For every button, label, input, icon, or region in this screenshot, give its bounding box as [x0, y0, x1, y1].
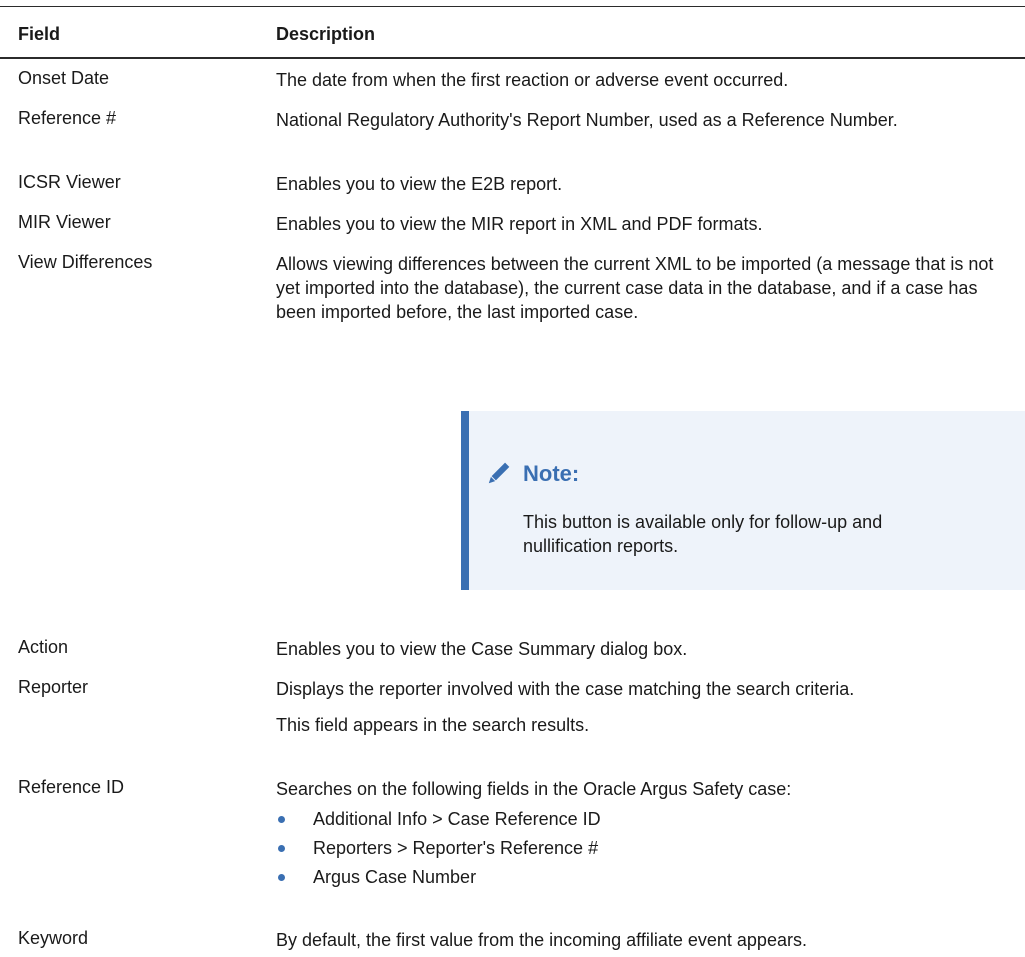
description-paragraph: By default, the first value from the inc…	[276, 930, 807, 950]
field-name: Action	[18, 637, 69, 657]
bullet-list: Additional Info > Case Reference ID Repo…	[276, 807, 1001, 889]
list-item-text: Reporters > Reporter's Reference #	[313, 838, 599, 858]
note-text: This button is available only for follow…	[523, 512, 883, 556]
field-column-header: Field	[18, 24, 61, 44]
description-paragraph: National Regulatory Authority's Report N…	[276, 110, 898, 130]
field-description: Searches on the following fields in the …	[276, 777, 1001, 889]
field-description: National Regulatory Authority's Report N…	[276, 108, 1001, 132]
field-name: MIR Viewer	[18, 212, 111, 232]
field-name: Reference #	[18, 108, 117, 128]
bullet-icon	[278, 874, 285, 881]
description-column-header: Description	[276, 24, 376, 44]
field-description: Enables you to view the E2B report.	[276, 172, 1001, 196]
field-description: The date from when the first reaction or…	[276, 68, 1001, 92]
field-name: Onset Date	[18, 68, 110, 88]
description-paragraph: Allows viewing differences between the c…	[276, 254, 994, 322]
table-header-rule	[0, 57, 1025, 59]
description-paragraph: Enables you to view the MIR report in XM…	[276, 214, 763, 234]
field-description: Allows viewing differences between the c…	[276, 252, 1001, 324]
field-description: Enables you to view the MIR report in XM…	[276, 212, 1001, 236]
field-name: ICSR Viewer	[18, 172, 121, 192]
bullet-icon	[278, 845, 285, 852]
field-description: Enables you to view the Case Summary dia…	[276, 637, 1001, 661]
list-item: Additional Info > Case Reference ID	[276, 807, 1001, 831]
description-paragraph: Enables you to view the Case Summary dia…	[276, 639, 688, 659]
field-description: Displays the reporter involved with the …	[276, 677, 1001, 737]
field-description: By default, the first value from the inc…	[276, 928, 1001, 952]
note-title: Note:	[523, 461, 580, 486]
field-name: Reporter	[18, 677, 89, 697]
table-top-rule	[0, 6, 1025, 7]
description-paragraph: The date from when the first reaction or…	[276, 70, 789, 90]
description-paragraph: This field appears in the search results…	[276, 715, 590, 735]
bullet-icon	[278, 816, 285, 823]
description-paragraph: Enables you to view the E2B report.	[276, 174, 563, 194]
description-paragraph: Searches on the following fields in the …	[276, 779, 792, 799]
description-paragraph: Displays the reporter involved with the …	[276, 679, 855, 699]
list-item: Reporters > Reporter's Reference #	[276, 836, 1001, 860]
list-item: Argus Case Number	[276, 865, 1001, 889]
pencil-icon	[488, 462, 510, 484]
field-name: View Differences	[18, 252, 153, 272]
note-callout: Note: This button is available only for …	[461, 411, 1025, 590]
field-name: Keyword	[18, 928, 89, 948]
list-item-text: Argus Case Number	[313, 867, 477, 887]
list-item-text: Additional Info > Case Reference ID	[313, 809, 601, 829]
field-name: Reference ID	[18, 777, 125, 797]
